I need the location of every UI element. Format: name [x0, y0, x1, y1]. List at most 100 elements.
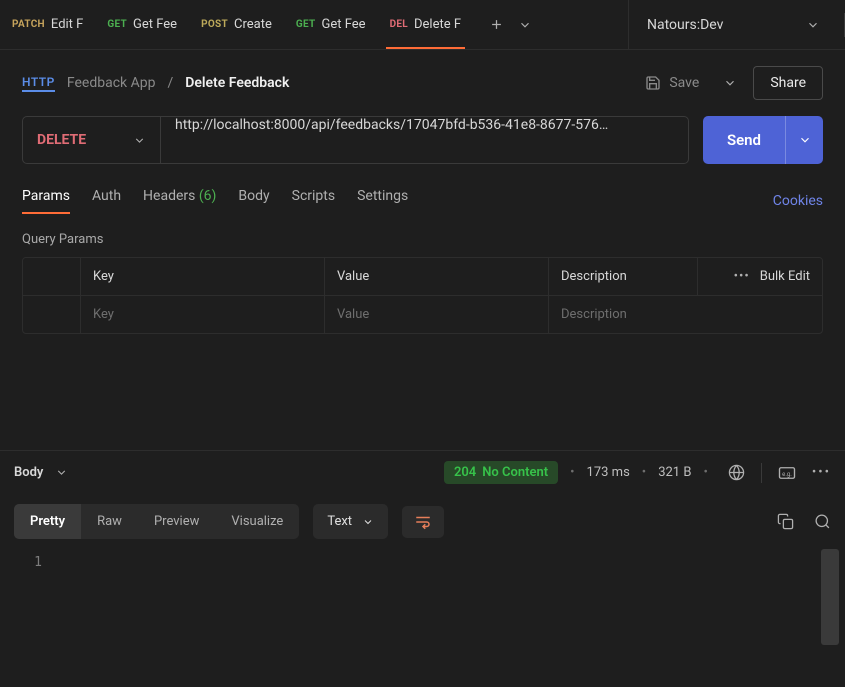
request-box: DELETE http://localhost:8000/api/feedbac… [22, 116, 689, 164]
environment-name: Natours:Dev [647, 17, 723, 33]
separator-dot: • [570, 465, 574, 480]
tab-label: Create [234, 17, 272, 32]
line-number: 1 [0, 549, 56, 645]
request-row: DELETE http://localhost:8000/api/feedbac… [0, 116, 845, 182]
chevron-down-icon [133, 134, 146, 147]
save-button[interactable]: Save [637, 69, 707, 97]
tab-bar: PATCH Edit F GET Get Fee POST Create GET… [0, 0, 845, 50]
key-input[interactable] [93, 307, 312, 322]
scrollbar[interactable] [821, 549, 839, 645]
tab-label: Edit F [51, 17, 83, 32]
content-type-label: Text [327, 514, 352, 529]
wrap-lines-button[interactable] [402, 506, 444, 538]
row-description-cell [549, 295, 822, 333]
wrap-icon [414, 514, 432, 530]
chevron-down-icon [362, 516, 374, 528]
method-name: DELETE [37, 132, 86, 148]
view-raw[interactable]: Raw [81, 504, 138, 539]
bulk-edit-button[interactable]: Bulk Edit [760, 269, 810, 284]
table-header-row: Key Value Description ••• Bulk Edit [23, 258, 822, 295]
chevron-down-icon [518, 18, 532, 32]
response-body-label[interactable]: Body [14, 465, 43, 480]
breadcrumb-request: Delete Feedback [185, 75, 289, 91]
save-icon [645, 75, 661, 91]
save-options-button[interactable] [717, 70, 743, 96]
more-icon[interactable]: ••• [734, 269, 750, 284]
response-time: 173 ms [587, 465, 630, 480]
http-icon: HTTP [22, 75, 55, 92]
tab-label: Get Fee [321, 17, 365, 32]
header-value: Value [325, 258, 549, 295]
tab-method: PATCH [12, 19, 45, 30]
svg-text:e.g.: e.g. [782, 471, 792, 478]
method-select[interactable]: DELETE [23, 117, 161, 163]
send-button[interactable]: Send [703, 116, 785, 164]
response-status-bar: Body 204 No Content • 173 ms • 321 B • e… [0, 450, 845, 494]
tab-headers[interactable]: Headers (6) [143, 188, 216, 214]
table-row [23, 295, 822, 333]
view-pretty[interactable]: Pretty [14, 504, 81, 539]
new-tab-button[interactable] [489, 17, 504, 32]
tab-auth[interactable]: Auth [92, 188, 121, 214]
tab-scripts[interactable]: Scripts [292, 188, 335, 214]
query-params-table: Key Value Description ••• Bulk Edit [22, 257, 823, 334]
environment-selector[interactable]: Natours:Dev [628, 0, 838, 49]
chevron-down-icon[interactable] [55, 466, 68, 479]
tab-create-feedback[interactable]: POST Create [189, 0, 284, 49]
response-body: 1 [0, 549, 845, 645]
header-description: Description [549, 258, 698, 295]
url-input[interactable]: http://localhost:8000/api/feedbacks/1704… [161, 117, 688, 163]
tab-label: Delete F [414, 17, 461, 32]
status-text: No Content [482, 465, 548, 480]
breadcrumb-collection[interactable]: Feedback App [67, 75, 156, 91]
tab-get-feedback-2[interactable]: GET Get Fee [284, 0, 378, 49]
copy-icon[interactable] [777, 513, 794, 530]
tab-headers-label: Headers [143, 188, 195, 204]
chevron-down-icon [723, 76, 737, 90]
share-button[interactable]: Share [753, 66, 823, 100]
query-params-title: Query Params [0, 220, 845, 257]
view-mode-group: Pretty Raw Preview Visualize [14, 504, 299, 539]
row-value-cell [325, 295, 549, 333]
chevron-down-icon [806, 18, 820, 32]
header-actions: ••• Bulk Edit [698, 258, 822, 295]
response-size: 321 B [658, 465, 691, 480]
save-label: Save [669, 75, 699, 91]
value-input[interactable] [337, 307, 536, 322]
send-options-button[interactable] [785, 116, 823, 164]
tab-method: POST [201, 19, 228, 30]
response-view-toolbar: Pretty Raw Preview Visualize Text [0, 494, 845, 549]
headers-count: (6) [199, 188, 217, 204]
tab-method: GET [296, 19, 316, 30]
tab-body[interactable]: Body [238, 188, 269, 214]
divider [761, 463, 762, 483]
tab-method: GET [107, 19, 127, 30]
separator-dot: • [642, 465, 646, 480]
view-preview[interactable]: Preview [138, 504, 215, 539]
status-pill: 204 No Content [444, 461, 558, 484]
header-key: Key [81, 258, 325, 295]
content-type-select[interactable]: Text [313, 504, 388, 539]
breadcrumb-row: HTTP Feedback App / Delete Feedback Save… [0, 50, 845, 116]
tab-get-feedback-1[interactable]: GET Get Fee [95, 0, 189, 49]
tab-settings[interactable]: Settings [357, 188, 408, 214]
chevron-down-icon [798, 133, 812, 147]
tab-params[interactable]: Params [22, 188, 70, 214]
save-response-icon[interactable]: e.g. [778, 466, 796, 480]
search-icon[interactable] [814, 513, 831, 530]
status-code: 204 [454, 465, 476, 480]
row-key-cell [81, 295, 325, 333]
request-tabs: Params Auth Headers (6) Body Scripts Set… [0, 182, 845, 220]
tab-edit-feedback[interactable]: PATCH Edit F [0, 0, 95, 49]
breadcrumb-separator: / [167, 75, 173, 91]
tabs-dropdown[interactable] [518, 18, 532, 32]
tab-delete-feedback[interactable]: DEL Delete F [378, 0, 473, 49]
view-visualize[interactable]: Visualize [215, 504, 299, 539]
more-options-icon[interactable]: ••• [812, 465, 831, 480]
cookies-link[interactable]: Cookies [773, 193, 823, 209]
description-input[interactable] [561, 307, 810, 322]
header-checkbox-cell [23, 258, 81, 295]
row-checkbox-cell[interactable] [23, 295, 81, 333]
plus-icon [489, 17, 504, 32]
globe-icon[interactable] [728, 464, 745, 481]
